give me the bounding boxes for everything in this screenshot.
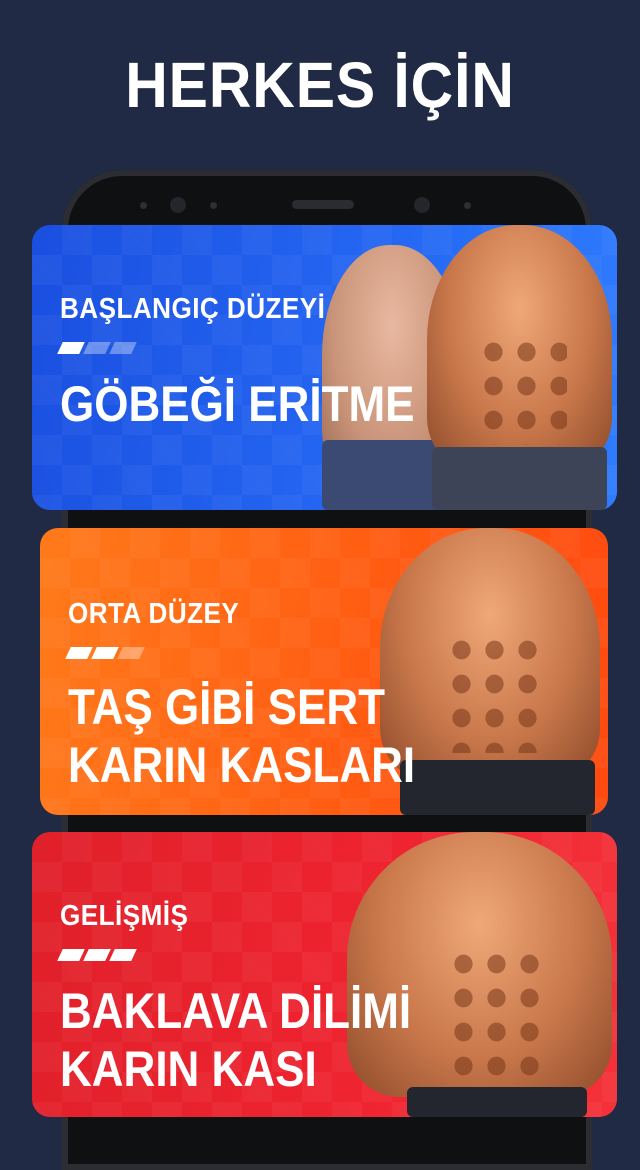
difficulty-bar [57,949,85,961]
card-title: GÖBEĞİ ERİTME [60,376,415,432]
workout-card-beginner[interactable]: BAŞLANGIÇ DÜZEYİ GÖBEĞİ ERİTME [32,225,617,510]
workout-card-advanced[interactable]: GELİŞMİŞ BAKLAVA DİLİMİ KARIN KASI [32,832,617,1117]
workout-card-intermediate[interactable]: ORTA DÜZEY TAŞ GİBİ SERT KARIN KASLARI [40,528,608,815]
difficulty-bar [57,342,85,354]
phone-sensor-icon [464,202,471,209]
phone-camera-icon [170,197,186,213]
difficulty-bar [91,647,119,659]
phone-speaker [292,200,354,209]
difficulty-bars [57,342,137,354]
phone-sensor-icon [140,202,147,209]
difficulty-bar [83,342,111,354]
difficulty-bar [117,647,145,659]
difficulty-bar [109,949,137,961]
level-label: ORTA DÜZEY [68,598,240,630]
level-label: GELİŞMİŞ [60,900,189,932]
difficulty-bar [83,949,111,961]
card-title-line1: BAKLAVA DİLİMİ [60,983,412,1039]
muscular-torso-illustration [337,832,617,1117]
difficulty-bar [65,647,93,659]
card-title-line1: TAŞ GİBİ SERT [68,679,385,735]
phone-camera-icon [414,197,430,213]
level-label: BAŞLANGIÇ DÜZEYİ [60,293,326,325]
difficulty-bars [65,647,145,659]
phone-sensor-icon [210,202,217,209]
difficulty-bars [57,949,137,961]
card-title-line2: KARIN KASI [60,1041,317,1097]
before-after-illustration [302,225,617,510]
card-title-line2: KARIN KASLARI [68,737,416,793]
difficulty-bar [109,342,137,354]
page-title: HERKES İÇİN [125,49,515,121]
